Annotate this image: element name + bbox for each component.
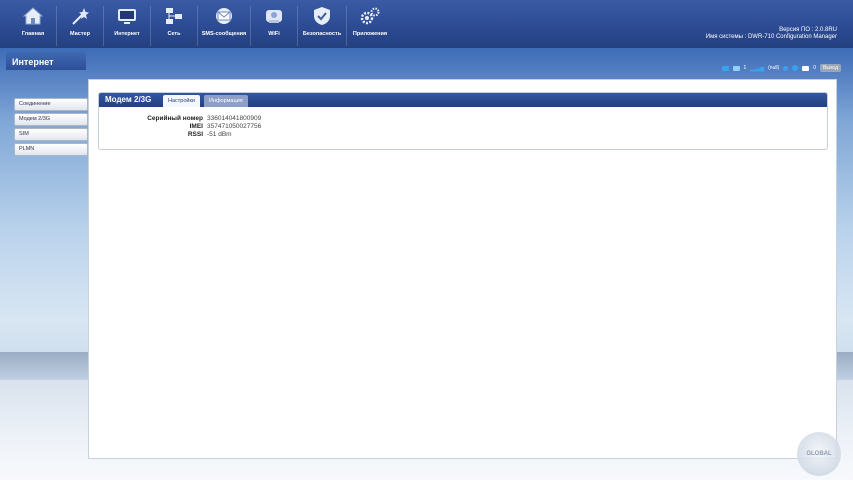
system-info: Версия ПО : 2.0.8RU Имя системы : DWR-71… xyxy=(706,27,837,41)
nav-internet-label: Интернет xyxy=(114,31,140,37)
imei-value: 357471050027756 xyxy=(207,123,262,130)
sidebar-item-connection[interactable]: Соединение xyxy=(14,98,88,111)
firmware-version: Версия ПО : 2.0.8RU xyxy=(779,27,837,33)
sidebar-item-sim[interactable]: SIM xyxy=(14,128,88,141)
serial-number-label: Серийный номер xyxy=(147,115,203,122)
nav-apps[interactable]: Приложения xyxy=(347,6,393,46)
card-title: Модем 2/3G xyxy=(105,95,152,104)
watermark-logo: GLOBAL xyxy=(797,432,841,476)
nav-apps-label: Приложения xyxy=(352,31,388,37)
serial-number-value: 336014041800909 xyxy=(207,115,262,122)
nav-home[interactable]: Главная xyxy=(10,6,57,46)
globe-icon xyxy=(792,65,799,71)
top-navigation-bar: Главная Мастер Интернет Сеть SMS-сообщен… xyxy=(0,0,853,48)
message-count: 1 xyxy=(743,65,747,71)
connection-icon xyxy=(721,65,729,71)
main-nav: Главная Мастер Интернет Сеть SMS-сообщен… xyxy=(10,6,393,46)
system-name: Имя системы : DWR-710 Configuration Mana… xyxy=(705,34,837,40)
nav-security-label: Безопасность xyxy=(302,31,342,37)
nav-internet[interactable]: Интернет xyxy=(104,6,151,46)
rssi-value: -51 dBm xyxy=(207,131,232,138)
nav-sms-label: SMS-сообщения xyxy=(201,31,247,37)
sidebar-item-modem[interactable]: Модем 2/3G xyxy=(14,113,88,126)
wifi-clients-count: 0 xyxy=(813,65,817,71)
modem-card: Модем 2/3G Настройки Информация Серийный… xyxy=(98,92,828,150)
nav-wizard[interactable]: Мастер xyxy=(57,6,104,46)
internet-icon xyxy=(116,6,138,26)
nav-wifi[interactable]: WiFi xyxy=(251,6,298,46)
table-row: RSSI -51 dBm xyxy=(99,131,827,139)
message-icon xyxy=(732,65,740,71)
imei-label: IMEI xyxy=(189,123,203,130)
rssi-label: RSSI xyxy=(187,131,203,138)
home-icon xyxy=(22,6,44,26)
tab-settings[interactable]: Настройки xyxy=(163,95,200,107)
tab-information[interactable]: Информация xyxy=(204,95,248,107)
shield-icon xyxy=(311,6,333,26)
envelope-icon xyxy=(213,6,235,26)
page-title: Интернет xyxy=(6,52,86,70)
nav-network[interactable]: Сеть xyxy=(151,6,198,46)
nav-security[interactable]: Безопасность xyxy=(298,6,347,46)
wifi-clients-icon xyxy=(802,65,810,71)
logout-button[interactable]: Выход xyxy=(820,64,841,72)
signal-icon: ▂▃▅ xyxy=(750,65,765,72)
nav-network-label: Сеть xyxy=(167,31,181,37)
nav-wizard-label: Мастер xyxy=(70,31,90,37)
nav-home-label: Главная xyxy=(21,31,45,37)
network-icon xyxy=(163,6,185,26)
gears-icon xyxy=(359,6,381,26)
wizard-icon xyxy=(69,6,91,26)
main-panel: Модем 2/3G Настройки Информация Серийный… xyxy=(88,79,837,459)
status-bar: 1 ▂▃▅ (null) 0 Выход xyxy=(721,64,841,72)
nav-wifi-label: WiFi xyxy=(268,31,280,37)
wifi-icon xyxy=(263,6,285,26)
nav-sms[interactable]: SMS-сообщения xyxy=(198,6,251,46)
table-row: Серийный номер 336014041800909 xyxy=(99,115,827,123)
sidebar-item-plmn[interactable]: PLMN xyxy=(14,143,88,156)
card-header: Модем 2/3G Настройки Информация xyxy=(99,93,827,107)
info-table: Серийный номер 336014041800909 IMEI 3574… xyxy=(99,115,827,139)
signal-text: (null) xyxy=(768,65,780,71)
roaming-icon xyxy=(783,65,789,71)
table-row: IMEI 357471050027756 xyxy=(99,123,827,131)
sidebar: Соединение Модем 2/3G SIM PLMN xyxy=(14,98,88,158)
